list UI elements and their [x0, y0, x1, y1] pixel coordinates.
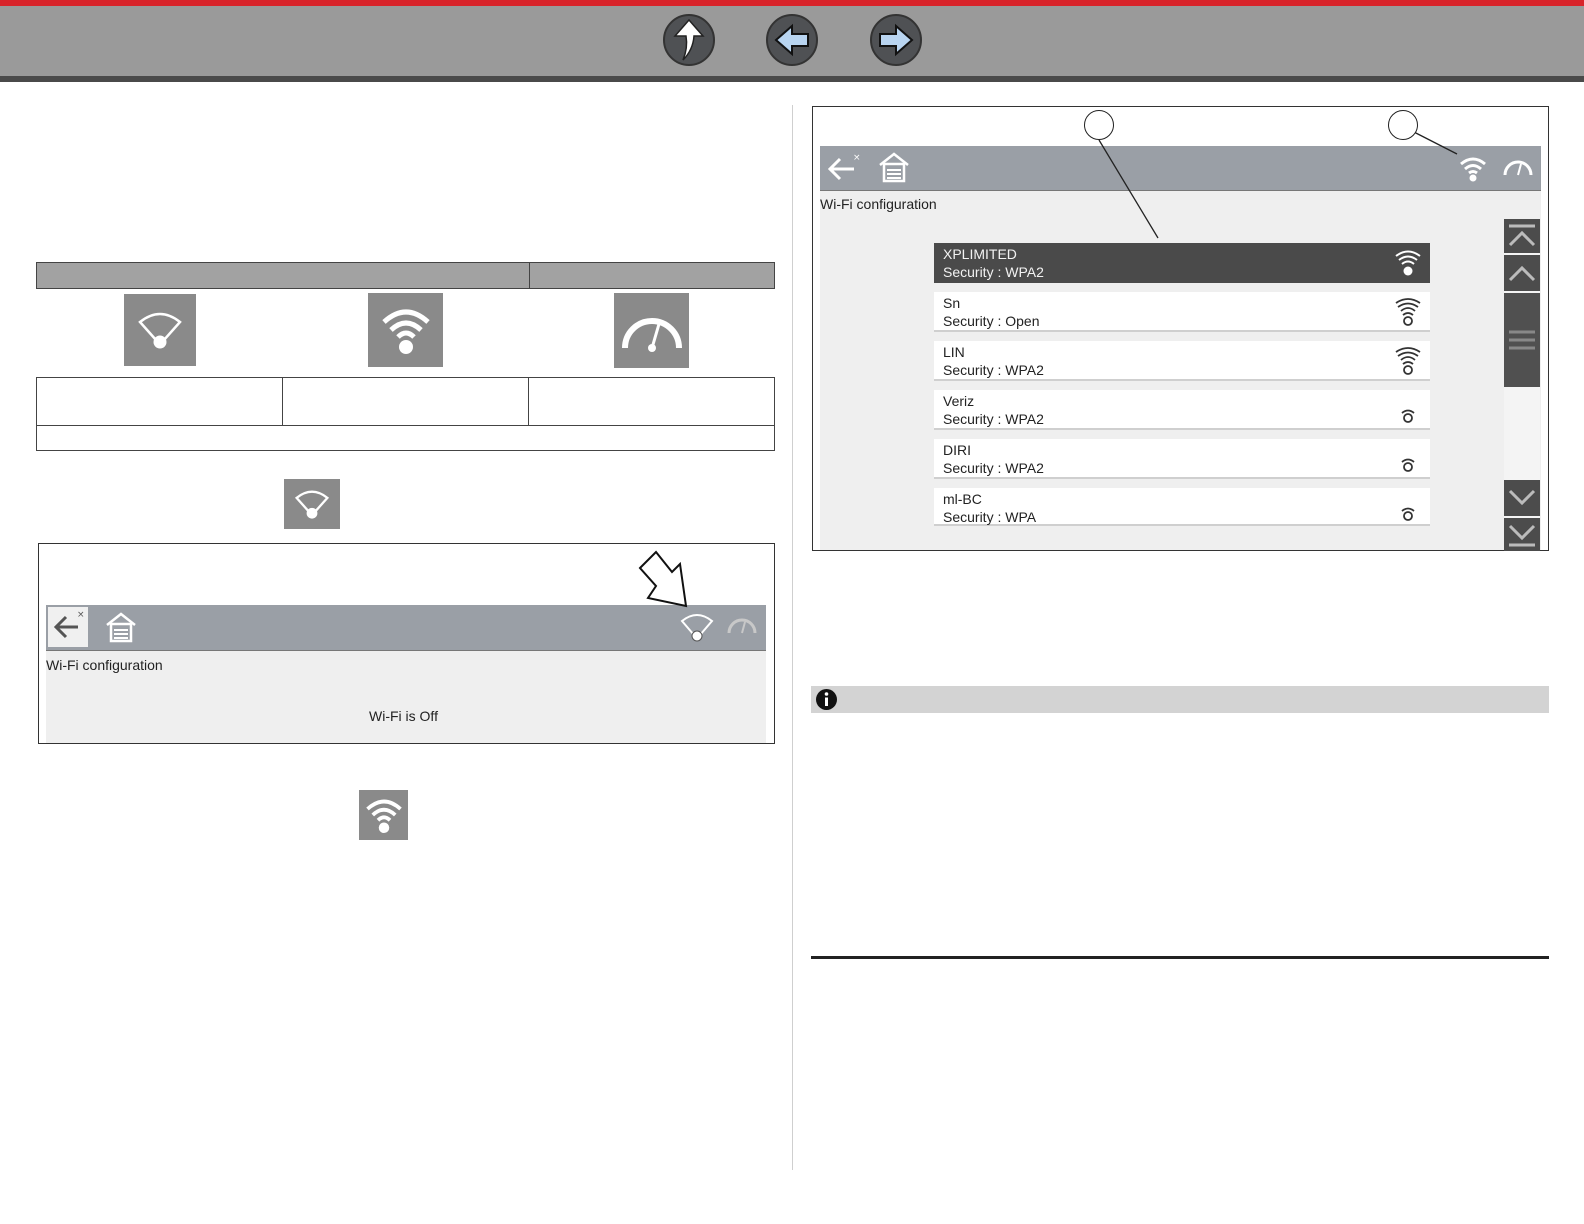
callout-circle	[1084, 110, 1114, 140]
network-item[interactable]: ml-BC Security : WPA	[934, 488, 1430, 526]
network-security: Security : WPA2	[943, 362, 1044, 378]
icon-table-header	[36, 262, 775, 289]
scroll-thumb[interactable]	[1504, 293, 1540, 387]
gauge-button[interactable]	[726, 613, 758, 644]
wifi-signal-weak-icon	[1401, 507, 1415, 521]
network-item[interactable]: LIN Security : WPA2	[934, 341, 1430, 381]
wifi-off-icon	[680, 614, 714, 642]
network-item[interactable]: Sn Security : Open	[934, 292, 1430, 332]
scroll-bottom-button[interactable]	[1504, 518, 1540, 551]
screen-title: Wi-Fi configuration	[46, 657, 163, 673]
network-item[interactable]: XPLIMITED Security : WPA2	[934, 243, 1430, 283]
network-item[interactable]: Veriz Security : WPA2	[934, 390, 1430, 430]
gauge-icon	[614, 293, 689, 368]
network-name: Sn	[943, 295, 961, 311]
back-arrow-icon: ×	[53, 610, 85, 639]
grip-icon	[1509, 330, 1535, 350]
back-button[interactable]	[766, 14, 818, 66]
pointer-arrow-icon	[638, 550, 688, 608]
forward-button[interactable]	[870, 14, 922, 66]
double-chevron-up-icon	[1508, 224, 1536, 247]
home-button[interactable]	[104, 611, 138, 648]
network-security: Security : WPA2	[943, 460, 1044, 476]
left-arrow-icon	[774, 23, 809, 57]
double-chevron-down-icon	[1508, 524, 1536, 546]
network-name: ml-BC	[943, 491, 982, 507]
note-bar	[811, 686, 1549, 713]
svg-text:×: ×	[77, 610, 85, 620]
home-button[interactable]	[877, 151, 911, 188]
network-security: Security : WPA	[943, 509, 1037, 525]
gauge-button[interactable]	[1502, 155, 1534, 186]
chevron-down-icon	[1508, 489, 1536, 506]
wifi-connected-icon	[359, 790, 408, 840]
wifi-status-button[interactable]	[680, 611, 714, 650]
wifi-signal-full-icon	[1395, 347, 1421, 375]
network-security: Security : WPA2	[943, 264, 1044, 280]
wifi-off-icon	[284, 479, 340, 529]
gauge-icon	[1503, 160, 1533, 176]
wifi-signal-weak-icon	[1401, 409, 1415, 423]
back-arrow-icon: ×	[827, 153, 861, 181]
network-security: Security : WPA2	[943, 411, 1044, 427]
icon-note-row	[36, 425, 775, 451]
network-name: LIN	[943, 344, 965, 360]
network-name: Veriz	[943, 393, 975, 409]
wifi-connected-icon	[368, 293, 443, 367]
scroll-down-button[interactable]	[1504, 480, 1540, 516]
section-rule	[811, 956, 1549, 959]
home-icon	[106, 612, 136, 643]
gauge-icon	[727, 618, 757, 634]
svg-text:×: ×	[853, 153, 861, 163]
network-name: DIRI	[943, 442, 971, 458]
top-bottom-line	[0, 76, 1584, 82]
wifi-signal-full-icon	[1395, 250, 1421, 276]
wifi-status-text: Wi-Fi is Off	[369, 708, 438, 724]
info-icon	[816, 689, 837, 710]
column-divider	[792, 105, 793, 1170]
back-button[interactable]: ×	[48, 607, 88, 647]
network-security: Security : Open	[943, 313, 1040, 329]
up-button[interactable]	[663, 14, 715, 66]
list-scrollbar[interactable]	[1504, 219, 1540, 551]
screen-title: Wi-Fi configuration	[820, 196, 937, 212]
scroll-up-button[interactable]	[1504, 255, 1540, 291]
top-navigation-bar	[0, 0, 1584, 82]
up-arrow-icon	[673, 18, 705, 61]
chevron-up-icon	[1508, 265, 1536, 282]
home-icon	[879, 152, 909, 183]
wifi-signal-full-icon	[1395, 298, 1421, 326]
top-accent-line	[0, 0, 1584, 6]
wifi-signal-weak-icon	[1401, 458, 1415, 472]
right-arrow-icon	[879, 23, 914, 57]
wifi-off-icon	[124, 294, 196, 366]
callout-circle	[1388, 110, 1418, 140]
network-name: XPLIMITED	[943, 246, 1017, 262]
network-item[interactable]: DIRI Security : WPA2	[934, 439, 1430, 479]
back-button[interactable]: ×	[824, 150, 864, 193]
icon-description-row	[36, 377, 775, 426]
scroll-top-button[interactable]	[1504, 219, 1540, 253]
